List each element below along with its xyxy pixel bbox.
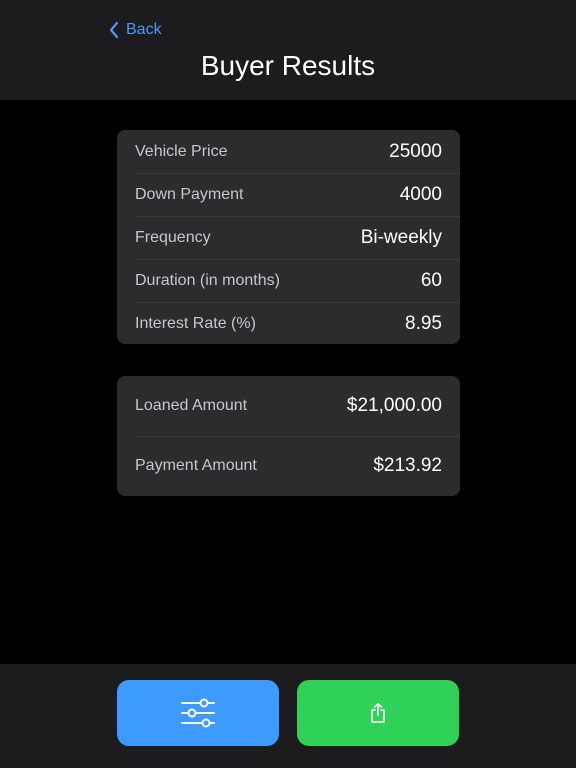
- down-payment-row: Down Payment 4000: [117, 173, 460, 216]
- loan-results-card: Loaned Amount $21,000.00 Payment Amount …: [117, 376, 460, 496]
- loaned-amount-row: Loaned Amount $21,000.00: [117, 376, 460, 436]
- interest-rate-value: 8.95: [405, 312, 442, 334]
- interest-rate-label: Interest Rate (%): [135, 314, 256, 332]
- share-icon: [371, 703, 385, 723]
- interest-rate-row: Interest Rate (%) 8.95: [117, 302, 460, 344]
- loan-inputs-card: Vehicle Price 25000 Down Payment 4000 Fr…: [117, 130, 460, 344]
- sliders-icon: [181, 698, 215, 728]
- loaned-amount-value: $21,000.00: [346, 395, 442, 416]
- duration-row: Duration (in months) 60: [117, 259, 460, 302]
- duration-label: Duration (in months): [135, 271, 280, 289]
- settings-button[interactable]: [117, 680, 279, 746]
- frequency-value: Bi-weekly: [360, 226, 442, 248]
- loaned-amount-label: Loaned Amount: [135, 397, 248, 414]
- navigation-bar: Back Buyer Results: [0, 0, 576, 100]
- page-title: Buyer Results: [200, 50, 376, 81]
- share-button[interactable]: [297, 680, 459, 746]
- vehicle-price-row: Vehicle Price 25000: [117, 130, 460, 173]
- down-payment-value: 4000: [399, 183, 442, 205]
- vehicle-price-label: Vehicle Price: [135, 142, 228, 160]
- down-payment-label: Down Payment: [135, 185, 244, 203]
- vehicle-price-value: 25000: [389, 140, 442, 162]
- frequency-row: Frequency Bi-weekly: [117, 216, 460, 259]
- payment-amount-label: Payment Amount: [135, 457, 257, 474]
- payment-amount-value: $213.92: [373, 455, 442, 476]
- payment-amount-row: Payment Amount $213.92: [117, 436, 460, 496]
- chevron-left-icon: [109, 21, 119, 39]
- back-button[interactable]: Back: [108, 18, 162, 42]
- back-label: Back: [126, 21, 162, 38]
- bottom-toolbar: [0, 664, 576, 768]
- frequency-label: Frequency: [135, 228, 211, 246]
- duration-value: 60: [420, 269, 442, 291]
